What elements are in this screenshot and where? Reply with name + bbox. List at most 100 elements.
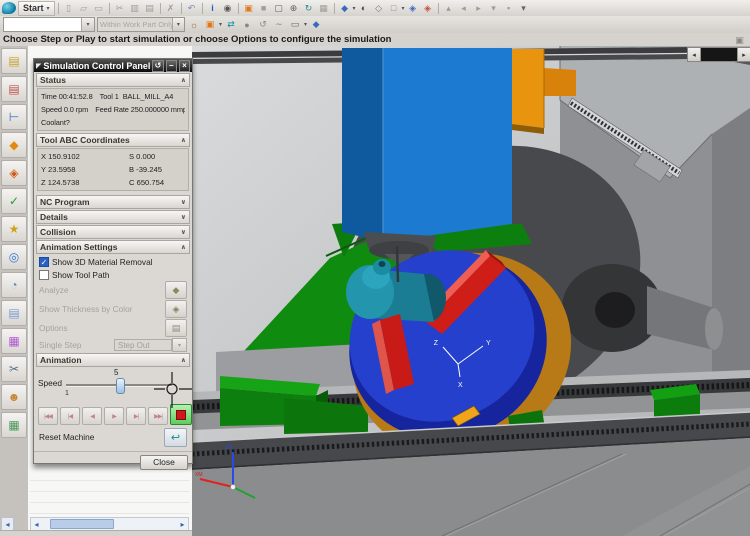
- display-window-icon[interactable]: ▣: [242, 2, 256, 15]
- cut-icon[interactable]: ✂: [113, 2, 127, 15]
- snap-point-icon[interactable]: ▾: [487, 2, 501, 15]
- face-select-icon[interactable]: □: [387, 2, 401, 15]
- minimize-icon[interactable]: −: [166, 60, 177, 72]
- tools-palette-button[interactable]: ★: [1, 216, 27, 242]
- info-icon[interactable]: i: [206, 2, 220, 15]
- section-header-coordinates[interactable]: Tool ABC Coordinates ∧: [36, 133, 190, 147]
- selection-filter-combo[interactable]: ▾: [3, 17, 95, 32]
- play-forward-button[interactable]: ▶: [104, 407, 124, 425]
- refresh-icon[interactable]: ▦: [317, 2, 331, 15]
- gallery-button[interactable]: ▦: [1, 412, 27, 438]
- single-step-dropdown[interactable]: Step Out: [114, 339, 172, 351]
- step-forward-button[interactable]: ▶|: [126, 407, 146, 425]
- stop-button[interactable]: [170, 404, 192, 425]
- palette-button[interactable]: ▤: [1, 300, 27, 326]
- snap-point-icon[interactable]: ▪: [502, 2, 516, 15]
- solid-cube-icon[interactable]: ◆: [309, 18, 323, 31]
- visualization-icon[interactable]: ◉: [221, 2, 235, 15]
- open-part-icon[interactable]: ▱: [77, 2, 91, 15]
- shaded-view-icon[interactable]: ◐: [357, 2, 371, 15]
- assembly-navigator-button[interactable]: ▤: [1, 48, 27, 74]
- marquee-select-icon[interactable]: ▭: [288, 18, 302, 31]
- section-header-collision[interactable]: Collision ∨: [36, 225, 190, 239]
- snap-point-icon[interactable]: ▴: [442, 2, 456, 15]
- speed-slider-thumb[interactable]: [116, 378, 125, 394]
- rotate-view-icon[interactable]: ↻: [302, 2, 316, 15]
- sidebar-scroll-left-button[interactable]: ◂: [1, 517, 14, 531]
- panel-horizontal-scrollbar[interactable]: ◂ ▸: [30, 517, 189, 531]
- zoom-icon[interactable]: ⊕: [287, 2, 301, 15]
- zoom-window-icon[interactable]: ▢: [272, 2, 286, 15]
- close-icon[interactable]: ×: [179, 60, 190, 72]
- thickness-button[interactable]: ◈: [165, 300, 187, 318]
- material-removal-checkbox-row[interactable]: ✓ Show 3D Material Removal: [39, 256, 192, 267]
- display-box-icon[interactable]: ■: [257, 2, 271, 15]
- delete-icon[interactable]: ✗: [164, 2, 178, 15]
- chevron-down-icon[interactable]: ▾: [402, 5, 405, 12]
- scroll-left-icon[interactable]: ◂: [31, 519, 42, 529]
- section-header-nc-program[interactable]: NC Program ∨: [36, 195, 190, 209]
- chevron-down-icon[interactable]: ▾: [81, 18, 94, 31]
- snap-point-icon[interactable]: ▸: [472, 2, 486, 15]
- save-part-icon[interactable]: ▭: [92, 2, 106, 15]
- section-header-details[interactable]: Details ∨: [36, 210, 190, 224]
- chevron-down-icon[interactable]: ▾: [172, 338, 187, 352]
- start-menu-button[interactable]: Start ▾: [18, 1, 55, 16]
- step-back-button[interactable]: |◀: [60, 407, 80, 425]
- drag-handle-icon[interactable]: ◤: [36, 62, 41, 70]
- selection-scope-combo[interactable]: Within Work Part Only ▾: [97, 17, 185, 32]
- close-button[interactable]: Close: [140, 455, 188, 470]
- view-orient-front-icon[interactable]: ◈: [406, 2, 420, 15]
- go-to-start-button[interactable]: |◀◀: [38, 407, 58, 425]
- scrollbar-thumb[interactable]: [50, 519, 114, 529]
- section-header-animation-settings[interactable]: Animation Settings ∧: [36, 240, 190, 254]
- orbit-icon[interactable]: ↺: [256, 18, 270, 31]
- toolbar-overflow-icon[interactable]: ▾: [517, 2, 531, 15]
- swap-orientation-icon[interactable]: ⇄: [224, 18, 238, 31]
- section-header-status[interactable]: Status ∧: [36, 73, 190, 87]
- sphere-display-icon[interactable]: ●: [240, 18, 254, 31]
- section-header-animation[interactable]: Animation ∧: [36, 353, 190, 367]
- copy-icon[interactable]: ▥: [128, 2, 142, 15]
- view-cube-icon[interactable]: ◆: [338, 2, 352, 15]
- reset-machine-button[interactable]: ↩: [164, 428, 187, 447]
- operation-navigator-button[interactable]: ◆: [1, 132, 27, 158]
- checkbox-checked-icon[interactable]: ✓: [39, 257, 49, 267]
- chevron-down-icon[interactable]: ▾: [219, 21, 222, 28]
- dialog-title-bar[interactable]: ◤ Simulation Control Panel ↺ − ×: [34, 59, 192, 72]
- visualization-palette-button[interactable]: ▦: [1, 328, 27, 354]
- checkbox-unchecked-icon[interactable]: [39, 270, 49, 280]
- curve-icon[interactable]: ∼: [272, 18, 286, 31]
- chevron-down-icon[interactable]: ▾: [353, 5, 356, 12]
- window-restore-icon[interactable]: ▣: [733, 35, 746, 45]
- play-reverse-button[interactable]: ◀: [82, 407, 102, 425]
- roles-button[interactable]: ☻: [1, 384, 27, 410]
- options-button[interactable]: ▤: [165, 319, 187, 337]
- tool-path-checkbox-row[interactable]: Show Tool Path: [39, 269, 192, 280]
- reposition-dialog-icon[interactable]: ↺: [152, 60, 163, 72]
- scroll-right-icon[interactable]: ▸: [737, 48, 750, 61]
- snips-button[interactable]: ✂: [1, 356, 27, 382]
- paste-icon[interactable]: ▤: [143, 2, 157, 15]
- process-assistant-button[interactable]: ✓: [1, 188, 27, 214]
- viewport-horizontal-scrollbar[interactable]: ◂ ▸: [687, 47, 750, 62]
- go-to-end-button[interactable]: ▶▶|: [148, 407, 168, 425]
- part-navigator-button[interactable]: ⊢: [1, 104, 27, 130]
- analyze-button[interactable]: ◆: [165, 281, 187, 299]
- machine-tool-navigator-button[interactable]: ◈: [1, 160, 27, 186]
- history-button[interactable]: ◔: [1, 272, 27, 298]
- graphics-viewport[interactable]: Z Y X ZM: [192, 46, 750, 536]
- scroll-right-icon[interactable]: ▸: [177, 519, 188, 529]
- create-feature-icon[interactable]: ▣: [203, 18, 217, 31]
- constraint-navigator-button[interactable]: ▤: [1, 76, 27, 102]
- snap-point-icon[interactable]: ◂: [457, 2, 471, 15]
- selection-settings-icon[interactable]: ☼: [187, 18, 201, 31]
- web-browser-button[interactable]: ◎: [1, 244, 27, 270]
- scroll-left-icon[interactable]: ◂: [688, 48, 701, 61]
- chevron-down-icon[interactable]: ▾: [172, 18, 184, 31]
- undo-icon[interactable]: ↶: [185, 2, 199, 15]
- scrollbar-track[interactable]: [701, 48, 737, 61]
- view-orient-side-icon[interactable]: ◈: [421, 2, 435, 15]
- chevron-down-icon[interactable]: ▾: [304, 21, 307, 28]
- wireframe-view-icon[interactable]: ◇: [372, 2, 386, 15]
